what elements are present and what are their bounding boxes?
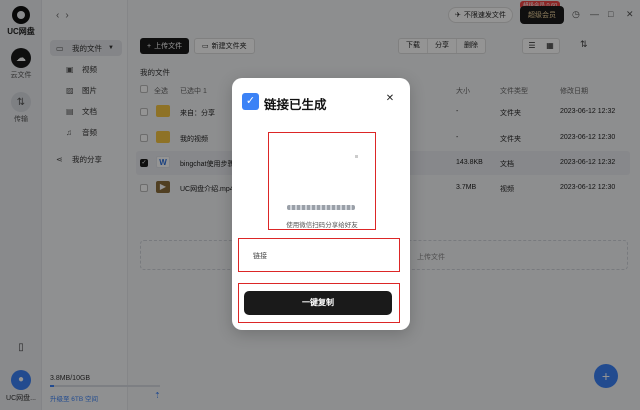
dialog-title: 链接已生成	[264, 98, 327, 112]
link-field-area	[238, 238, 400, 272]
close-button[interactable]: ✕	[382, 91, 398, 107]
qr-obscured-code	[287, 205, 355, 210]
check-icon: ✓	[242, 93, 259, 110]
share-link-input[interactable]	[253, 251, 383, 261]
copy-link-button[interactable]: 一键复制	[244, 291, 392, 315]
qr-mark	[355, 155, 358, 158]
qr-code-area: 使用微信扫码分享给好友	[268, 132, 376, 230]
share-link-dialog: ✓ 链接已生成 ✕ 使用微信扫码分享给好友 一键复制	[232, 78, 410, 330]
qr-caption: 使用微信扫码分享给好友	[286, 222, 358, 229]
copy-button-area: 一键复制	[238, 283, 400, 323]
